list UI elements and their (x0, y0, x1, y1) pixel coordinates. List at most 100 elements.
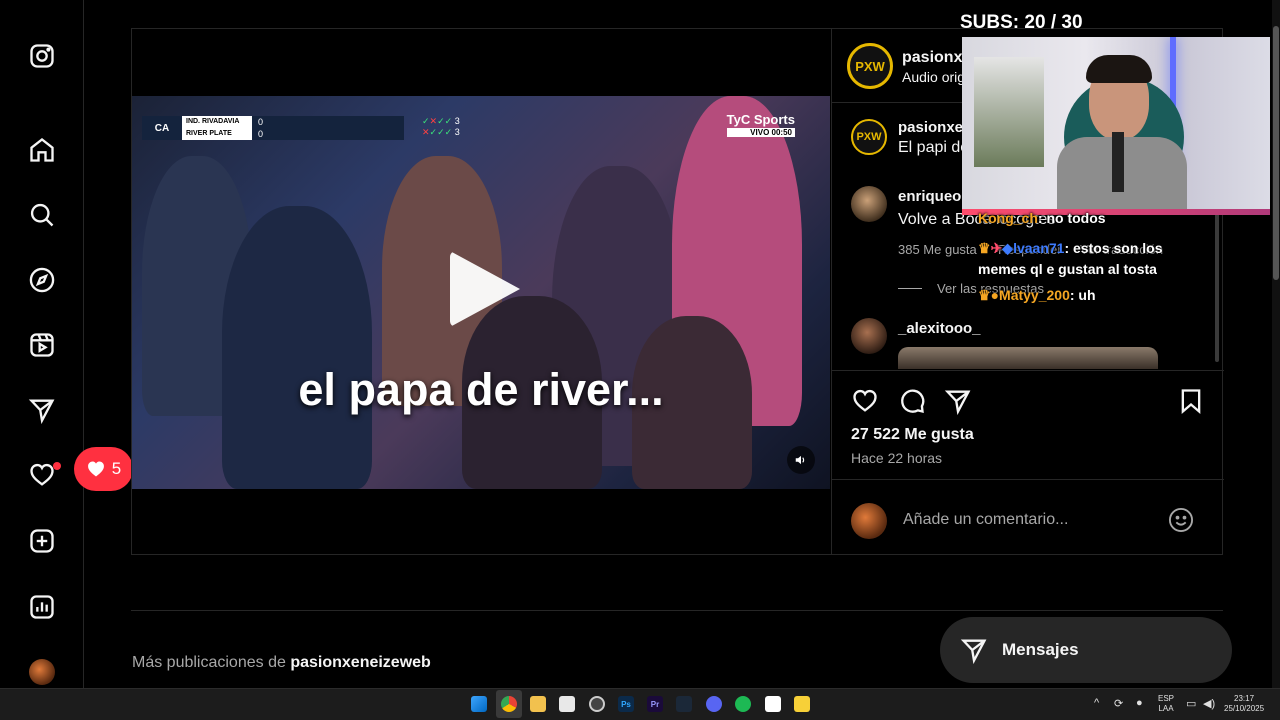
sidebar (0, 0, 84, 688)
profile-avatar[interactable] (29, 659, 55, 685)
subs-counter: SUBS: 20 / 30 (960, 12, 1083, 34)
obs-icon[interactable] (589, 696, 605, 712)
badge-icon: ● (990, 287, 1000, 303)
language-bottom: LAA (1158, 704, 1174, 713)
video-player[interactable]: CA IND. RIVADAVIA RIVER PLATE 0 0 ✓✕✓✓ 3… (132, 96, 830, 489)
chat-user: Matyy_200 (999, 287, 1070, 303)
comment-image[interactable] (898, 347, 1158, 369)
replies-divider (898, 288, 922, 289)
pens-2: 3 (454, 127, 460, 137)
taskbar-clock[interactable]: 23:17 25/10/2025 (1224, 694, 1264, 714)
post-time[interactable]: Hace 22 horas (851, 450, 942, 466)
post-author-avatar[interactable]: PXW (847, 43, 893, 89)
section-divider (131, 610, 1223, 611)
broadcaster-live: VIVO (750, 128, 770, 137)
team-1: IND. RIVADAVIA (186, 118, 240, 125)
tray-network-icon[interactable]: ▭ (1186, 697, 1196, 710)
windows-start-icon[interactable] (471, 696, 487, 712)
play-icon[interactable] (450, 251, 520, 327)
like-icon[interactable] (851, 387, 879, 415)
premiere-icon[interactable]: Pr (647, 696, 663, 712)
gem-icon: ◆ (1002, 240, 1014, 256)
comments-divider (832, 370, 1224, 371)
streamer-webcam (962, 37, 1270, 215)
subs-count: 20 (1024, 12, 1046, 33)
messages-button[interactable]: Mensajes (940, 617, 1232, 683)
dashboard-icon[interactable] (26, 591, 58, 623)
clock-time: 23:17 (1234, 694, 1255, 703)
home-icon[interactable] (26, 134, 58, 166)
explore-icon[interactable] (26, 264, 58, 296)
reels-icon[interactable] (26, 329, 58, 361)
file-explorer-icon[interactable] (530, 696, 546, 712)
language-indicator[interactable]: ESP LAA (1158, 694, 1174, 714)
rocket-icon: ✈ (990, 240, 1003, 256)
chrome-icon[interactable] (501, 696, 517, 712)
save-icon[interactable] (1177, 387, 1205, 415)
chat-text: uh (1078, 287, 1096, 303)
comment-username[interactable]: _alexitooo_ (898, 320, 981, 337)
tray-sync-icon[interactable]: ⟳ (1114, 697, 1123, 710)
windows-taskbar (0, 688, 1280, 720)
direct-icon[interactable] (26, 394, 58, 426)
scoreboard-teams: IND. RIVADAVIA RIVER PLATE (182, 116, 252, 140)
stream-chat-message: ♛✈◆lvaan71: estos son los memes ql e gus… (978, 240, 1163, 277)
notion-icon[interactable] (765, 696, 781, 712)
comment-likes[interactable]: 385 Me gusta (898, 242, 977, 257)
sticky-notes-icon[interactable] (794, 696, 810, 712)
post-author-username[interactable]: pasionxe (902, 49, 971, 67)
post-audio[interactable]: Audio orig (902, 69, 965, 85)
comment-avatar[interactable] (851, 318, 887, 354)
comment-avatar[interactable]: PXW (851, 119, 887, 155)
chat-text: no todos (1046, 210, 1106, 226)
instagram-icon[interactable] (26, 40, 58, 72)
emoji-icon[interactable] (1167, 506, 1195, 534)
tray-mic-icon[interactable]: ● (1136, 697, 1143, 709)
language-top: ESP (1158, 694, 1175, 703)
comment-avatar[interactable] (851, 186, 887, 222)
streamer-hair (1086, 55, 1152, 83)
spotify-icon[interactable] (735, 696, 751, 712)
subs-label: SUBS: (960, 12, 1020, 33)
broadcaster-name: TyC Sports (726, 112, 795, 127)
snipping-tool-icon[interactable] (559, 696, 575, 712)
comment-box: Añade un comentario... (832, 479, 1224, 554)
tray-chevron-icon[interactable]: ^ (1094, 697, 1099, 709)
photoshop-icon[interactable]: Ps (618, 696, 634, 712)
tray-volume-icon[interactable]: ◀) (1203, 697, 1215, 710)
microphone (1112, 132, 1124, 192)
likes-count[interactable]: 27 522 Me gusta (851, 426, 974, 444)
penalty-marks: ✓✕✓✓ 3 ✕✓✓✓ 3 (422, 116, 460, 137)
chat-user: lvaan71 (1013, 240, 1065, 256)
discord-icon[interactable] (706, 696, 722, 712)
crown-icon: ♛ (978, 240, 991, 256)
video-caption: el papa de river... (298, 364, 664, 415)
notifications-badge[interactable]: 5 (74, 447, 133, 491)
comment-username[interactable]: pasionxe (898, 119, 963, 136)
pens-1: 3 (454, 116, 460, 126)
comment-username[interactable]: enriqueo (898, 188, 961, 205)
heart-filled-icon (87, 461, 104, 477)
share-icon[interactable] (944, 387, 972, 415)
team-2: RIVER PLATE (186, 130, 232, 137)
search-icon[interactable] (26, 199, 58, 231)
scoreboard: CA IND. RIVADAVIA RIVER PLATE 0 0 (142, 116, 404, 140)
volume-icon[interactable] (787, 446, 815, 474)
more-posts-username[interactable]: pasionxeneizeweb (290, 654, 431, 671)
messages-label: Mensajes (1002, 640, 1079, 659)
steam-icon[interactable] (676, 696, 692, 712)
messages-icon (960, 639, 987, 664)
notifications-count: 5 (111, 459, 122, 478)
subs-goal: 30 (1061, 12, 1083, 33)
page-scrollbar[interactable] (1272, 0, 1280, 688)
comment-input[interactable]: Añade un comentario... (903, 511, 1068, 529)
scoreboard-channel: CA (154, 122, 170, 134)
notification-dot (53, 462, 61, 470)
comment-icon[interactable] (898, 387, 926, 415)
broadcaster-time: 00:50 (771, 128, 792, 137)
hanging-clothes (974, 57, 1044, 167)
stream-chat-message: ♛●Matyy_200: uh (978, 287, 1096, 303)
more-posts-prefix: Más publicaciones de (132, 654, 286, 671)
create-icon[interactable] (26, 525, 58, 557)
stream-chat-message: Kong_ch: no todos (978, 210, 1106, 226)
